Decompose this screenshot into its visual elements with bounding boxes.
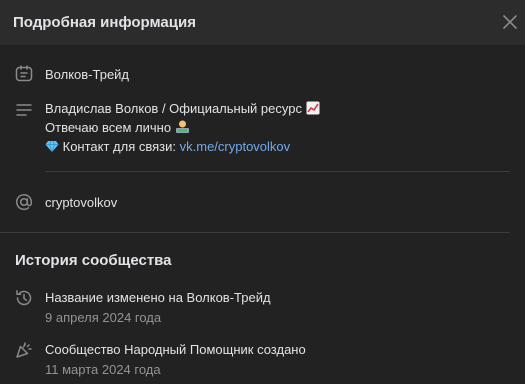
- community-handle: cryptovolkov: [45, 195, 118, 210]
- gem-emoji-icon: [45, 140, 59, 157]
- chart-up-emoji-icon: [306, 101, 320, 119]
- description-line-1: Владислав Волков / Официальный ресурс: [45, 101, 302, 116]
- party-popper-icon: [16, 342, 32, 358]
- history-event-date: 11 марта 2024 года: [45, 362, 161, 377]
- modal-header: Подробная информация: [0, 0, 525, 45]
- community-name: Волков-Трейд: [45, 67, 130, 82]
- divider: [45, 171, 510, 172]
- modal-title: Подробная информация: [13, 14, 196, 31]
- card-icon: [15, 65, 33, 82]
- description-row: Владислав Волков / Официальный ресурс От…: [0, 98, 525, 154]
- history-event-date: 9 апреля 2024 года: [45, 310, 162, 325]
- history-event-text: Название изменено на Волков-Трейд: [45, 290, 271, 305]
- name-row: Волков-Трейд: [0, 62, 525, 84]
- history-event-text: Сообщество Народный Помощник создано: [45, 342, 306, 357]
- history-event: Сообщество Народный Помощник создано 11 …: [0, 338, 525, 378]
- description-line-2: Отвечаю всем лично: [45, 120, 172, 135]
- text-lines-icon: [16, 104, 32, 116]
- close-icon: [503, 15, 517, 29]
- technologist-emoji-icon: [175, 119, 190, 138]
- divider: [0, 232, 510, 233]
- history-event: Название изменено на Волков-Трейд 9 апре…: [0, 286, 525, 326]
- history-icon: [16, 290, 32, 306]
- close-button[interactable]: [499, 11, 521, 33]
- contact-link[interactable]: vk.me/cryptovolkov: [180, 139, 291, 154]
- at-icon: [16, 194, 33, 211]
- handle-row: cryptovolkov: [0, 191, 525, 213]
- description-line-3-prefix: Контакт для связи:: [62, 139, 180, 154]
- history-title: История сообщества: [15, 252, 172, 269]
- description-text: Владислав Волков / Официальный ресурс От…: [45, 100, 320, 157]
